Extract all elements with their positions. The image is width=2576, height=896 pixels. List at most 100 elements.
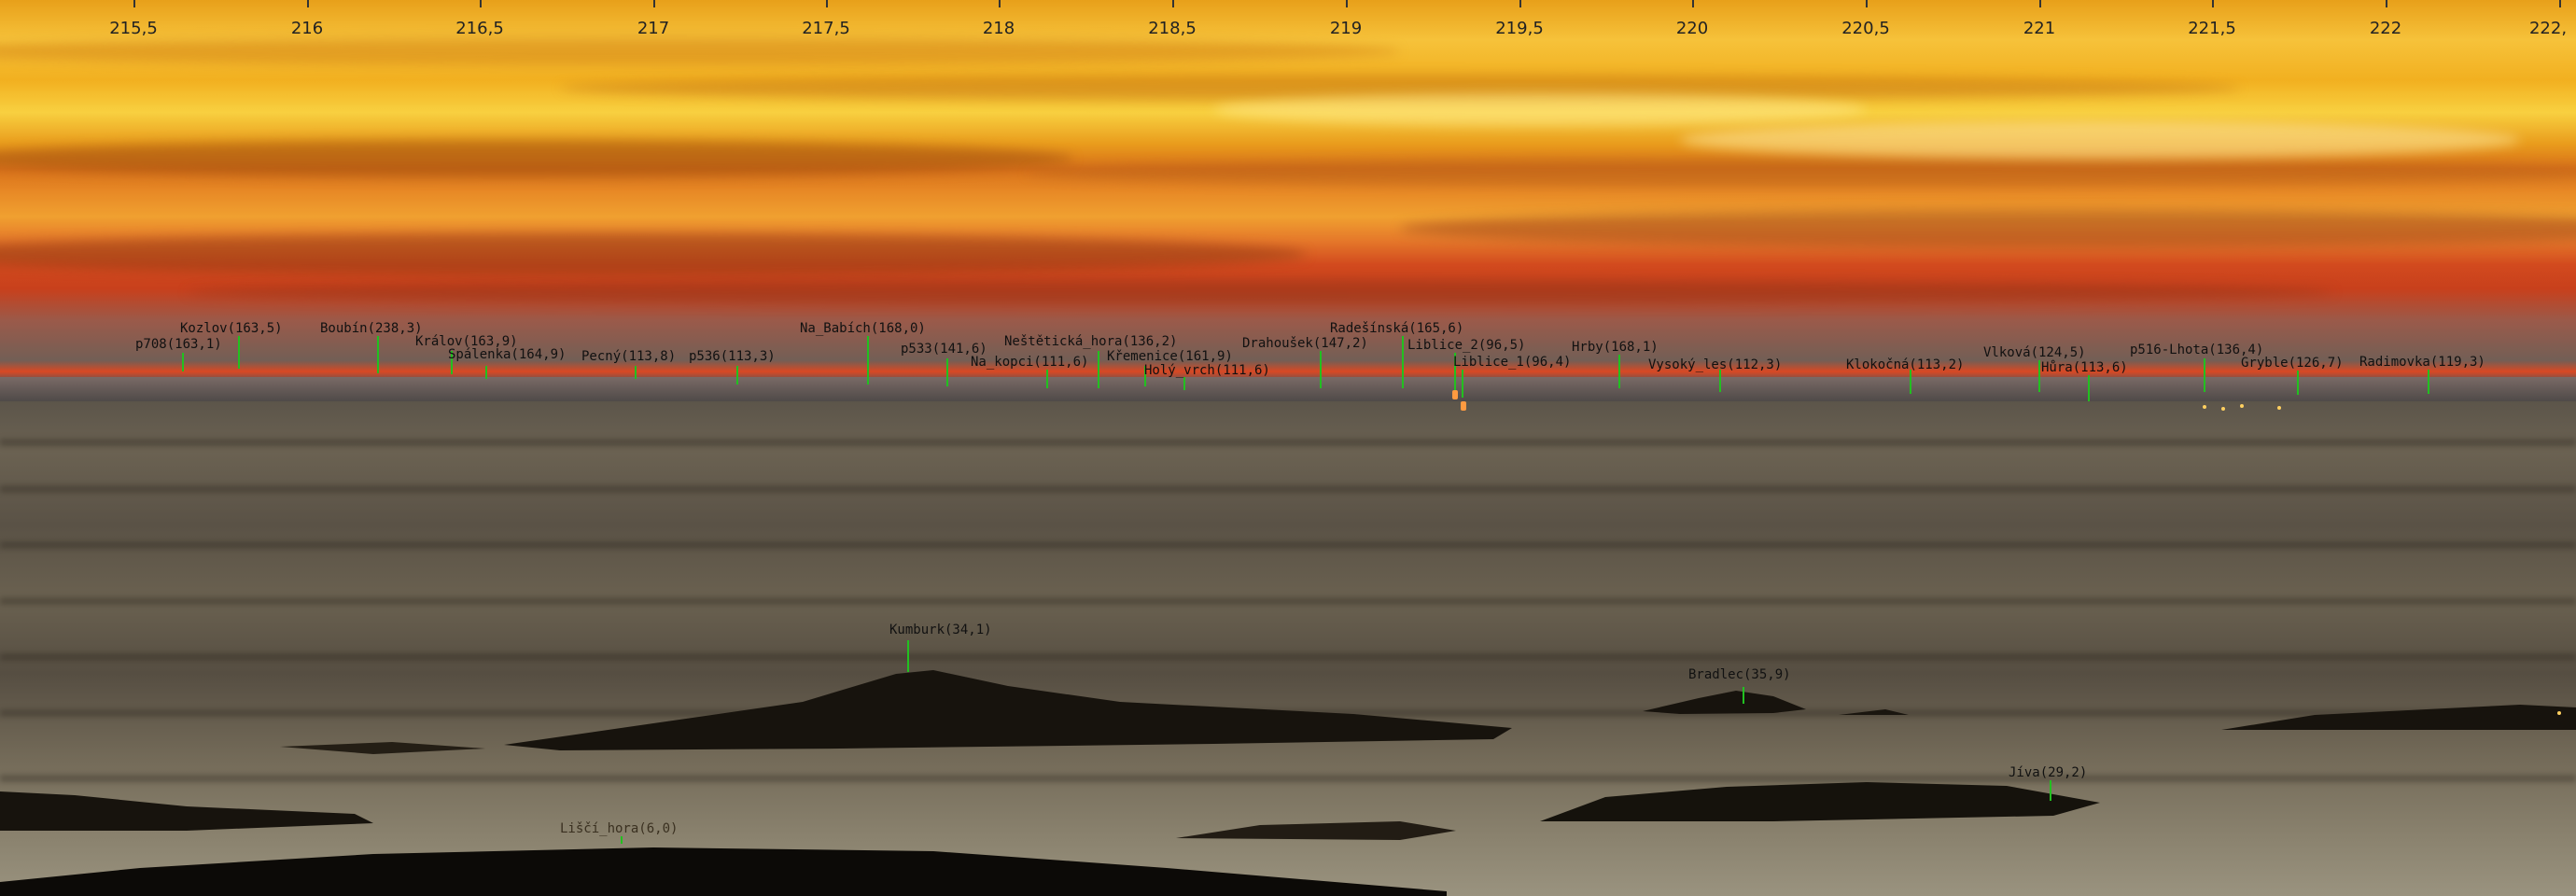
axis-tick-label: 218,5 <box>1148 19 1197 38</box>
peak-label: Neštětická_hora(136,2) <box>1004 334 1178 349</box>
foreground-forest <box>0 847 1447 896</box>
peak-label: Kozlov(163,5) <box>180 321 283 336</box>
axis-tick <box>1866 0 1868 7</box>
peak-marker-line <box>377 336 379 373</box>
axis-tick <box>480 0 482 7</box>
town-light <box>2557 711 2561 715</box>
peak-label: Kumburk(34,1) <box>889 623 992 637</box>
peak-label: Liblice_1(96,4) <box>1453 355 1572 370</box>
axis-tick <box>1346 0 1348 7</box>
panorama-photo <box>0 0 2576 896</box>
axis-tick <box>307 0 309 7</box>
peak-marker-line <box>182 353 184 371</box>
small-ridge <box>280 742 485 754</box>
peak-marker-line <box>2050 780 2051 801</box>
peak-marker-line <box>2428 370 2429 394</box>
peak-label: Liščí_hora(6,0) <box>560 821 679 836</box>
small-hill <box>1839 709 1909 715</box>
axis-tick <box>999 0 1001 7</box>
town-light <box>2221 407 2225 411</box>
axis-tick <box>1519 0 1521 7</box>
axis-tick-label: 217 <box>637 19 670 38</box>
tower-light <box>1452 390 1458 399</box>
peak-label: Vlková(124,5) <box>1983 345 2086 360</box>
peak-label: Klokočná(113,2) <box>1846 357 1965 372</box>
axis-tick-label: 220,5 <box>1841 19 1890 38</box>
axis-tick <box>2212 0 2214 7</box>
axis-tick <box>2039 0 2041 7</box>
peak-label: Bradlec(35,9) <box>1688 667 1791 682</box>
hill-silhouettes <box>0 670 2576 896</box>
peak-marker-line <box>1910 370 1911 394</box>
axis-tick-label: 220 <box>1675 19 1709 38</box>
axis-tick-label: 219,5 <box>1495 19 1544 38</box>
peak-marker-line <box>2088 375 2090 401</box>
axis-tick-label: 217,5 <box>802 19 850 38</box>
peak-marker-line <box>1183 377 1185 390</box>
peak-label: Hůra(113,6) <box>2041 360 2128 375</box>
peak-label: Křemenice(161,9) <box>1107 349 1233 364</box>
jiva-ridge <box>1540 782 2100 821</box>
town-light <box>2240 404 2244 408</box>
peak-label: Na_kopci(111,6) <box>971 355 1089 370</box>
peak-marker-line <box>2297 371 2299 395</box>
peak-label: p536(113,3) <box>689 349 776 364</box>
town-light <box>2203 405 2206 409</box>
axis-tick-label: 221,5 <box>2188 19 2236 38</box>
small-ridge <box>1176 821 1456 840</box>
peak-marker-line <box>736 366 738 385</box>
right-hill <box>2221 705 2576 730</box>
axis-tick-label: 222 <box>2369 19 2402 38</box>
axis-tick <box>826 0 828 7</box>
axis-tick-label: 222, <box>2528 19 2568 38</box>
kumburk-hill <box>504 670 1512 750</box>
axis-tick <box>2559 0 2561 7</box>
peak-label: Hrby(168,1) <box>1572 340 1659 355</box>
peak-marker-line <box>2204 358 2205 392</box>
axis-tick <box>2386 0 2387 7</box>
peak-marker-line <box>946 358 948 386</box>
peak-label: Vysoký_les(112,3) <box>1648 357 1783 372</box>
peak-label: Gryble(126,7) <box>2241 356 2344 371</box>
peak-marker-line <box>621 836 623 844</box>
axis-tick-label: 221 <box>2023 19 2056 38</box>
peak-marker-line <box>1046 370 1048 388</box>
peak-marker-line <box>485 366 487 379</box>
axis-tick-label: 215,5 <box>109 19 158 38</box>
peak-label: Drahoušek(147,2) <box>1242 336 1368 351</box>
peak-marker-line <box>1462 370 1463 398</box>
peak-label: p708(163,1) <box>135 337 222 352</box>
axis-tick-label: 218 <box>982 19 1015 38</box>
peak-label: Pecný(113,8) <box>581 349 677 364</box>
axis-tick-label: 216,5 <box>455 19 504 38</box>
peak-label: Na_Babích(168,0) <box>800 321 926 336</box>
peak-label: Holý_vrch(111,6) <box>1144 363 1270 378</box>
peak-marker-line <box>2038 360 2040 392</box>
peak-marker-line <box>1618 355 1620 388</box>
axis-tick <box>133 0 135 7</box>
axis-tick <box>1172 0 1174 7</box>
axis-tick <box>1692 0 1694 7</box>
left-ridge <box>0 791 373 831</box>
peak-label: Radešínská(165,6) <box>1330 321 1464 336</box>
peak-label: Radimovka(119,3) <box>2359 355 2485 370</box>
peak-marker-line <box>1098 351 1099 388</box>
axis-tick <box>653 0 655 7</box>
peak-label: Jíva(29,2) <box>2009 765 2088 780</box>
peak-marker-line <box>1719 370 1721 392</box>
peak-marker-line <box>1743 687 1744 704</box>
peak-label: Liblice_2(96,5) <box>1407 338 1526 353</box>
bradlec-hill <box>1643 691 1806 714</box>
peak-marker-line <box>867 336 869 385</box>
peak-label: Spálenka(164,9) <box>448 347 567 362</box>
town-light <box>2277 406 2281 410</box>
peak-marker-line <box>238 336 240 369</box>
peak-marker-line <box>907 640 909 672</box>
peak-label: Boubín(238,3) <box>320 321 423 336</box>
tower-light <box>1461 401 1466 411</box>
peak-marker-line <box>1402 336 1404 388</box>
azimuth-scale: 215,5 216 216,5 217 217,5 218 218,5 219 … <box>0 0 2576 38</box>
peak-marker-line <box>1320 351 1322 388</box>
peak-marker-line <box>635 366 637 379</box>
axis-tick-label: 219 <box>1329 19 1363 38</box>
